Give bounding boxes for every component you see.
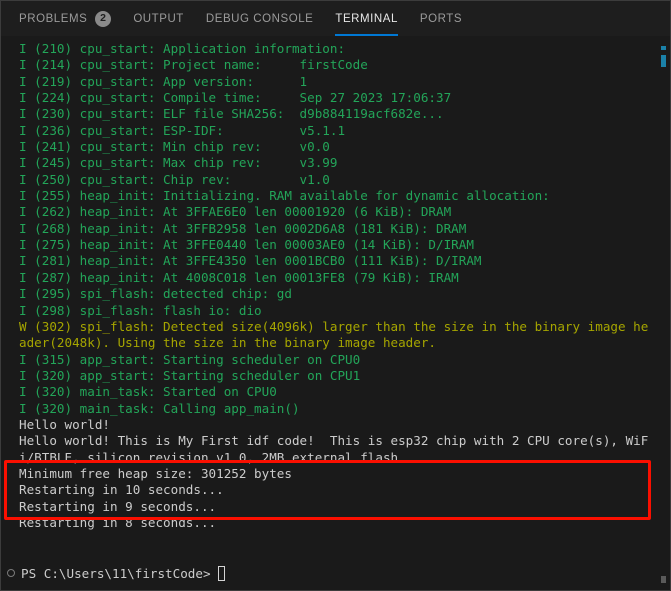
scrollbar-annotation-mark — [661, 55, 666, 67]
terminal-line: I (320) main_task: Calling app_main() — [19, 400, 300, 416]
terminal-line: Hello world! This is My First idf code! … — [19, 433, 649, 465]
tab-problems-label: PROBLEMS — [19, 12, 88, 25]
terminal-line: I (224) cpu_start: Compile time: Sep 27 … — [19, 90, 452, 106]
panel-tab-bar: PROBLEMS 2 OUTPUT DEBUG CONSOLE TERMINAL… — [1, 1, 670, 36]
terminal-line: I (250) cpu_start: Chip rev: v1.0 — [19, 171, 330, 187]
terminal-line: I (295) spi_flash: detected chip: gd — [19, 286, 292, 302]
tab-debug-console-label: DEBUG CONSOLE — [205, 12, 314, 25]
terminal-line: I (320) main_task: Started on CPU0 — [19, 384, 277, 400]
text-cursor[interactable] — [217, 565, 225, 581]
terminal-panel: PROBLEMS 2 OUTPUT DEBUG CONSOLE TERMINAL… — [0, 0, 671, 591]
terminal-line: I (241) cpu_start: Min chip rev: v0.0 — [19, 139, 330, 155]
terminal-line: Hello world! — [19, 416, 110, 432]
terminal-line: I (262) heap_init: At 3FFAE6E0 len 00001… — [19, 204, 452, 220]
terminal-line: I (219) cpu_start: App version: 1 — [19, 73, 308, 89]
tab-problems[interactable]: PROBLEMS 2 — [19, 1, 112, 36]
terminal-line: I (245) cpu_start: Max chip rev: v3.99 — [19, 155, 338, 171]
tab-ports[interactable]: PORTS — [420, 1, 462, 36]
terminal-line: Restarting in 9 seconds... — [19, 498, 217, 514]
problems-count-badge: 2 — [95, 10, 112, 27]
terminal-line: I (315) app_start: Starting scheduler on… — [19, 351, 361, 367]
tab-debug-console[interactable]: DEBUG CONSOLE — [206, 1, 313, 36]
terminal-scrollbar[interactable] — [656, 36, 670, 590]
terminal-line: Restarting in 10 seconds... — [19, 482, 224, 498]
terminal-line: W (302) spi_flash: Detected size(4096k) … — [19, 318, 649, 351]
tab-output[interactable]: OUTPUT — [133, 1, 184, 36]
scrollbar-annotation-mark — [661, 46, 666, 50]
terminal-line: I (320) app_start: Starting scheduler on… — [19, 367, 361, 383]
command-status-circle-icon — [7, 569, 15, 577]
terminal-line: I (298) spi_flash: flash io: dio — [19, 302, 262, 318]
scrollbar-thumb[interactable] — [661, 576, 666, 583]
terminal-line: I (287) heap_init: At 4008C018 len 00013… — [19, 269, 459, 285]
terminal-line: Minimum free heap size: 301252 bytes — [19, 465, 292, 481]
terminal-line: I (236) cpu_start: ESP-IDF: v5.1.1 — [19, 122, 346, 138]
terminal-line: I (210) cpu_start: Application informati… — [19, 41, 346, 56]
terminal-line: I (255) heap_init: Initializing. RAM ava… — [19, 188, 550, 204]
terminal-line: I (214) cpu_start: Project name: firstCo… — [19, 57, 368, 73]
shell-prompt-row[interactable]: PS C:\Users\11\firstCode> — [1, 556, 670, 590]
tab-ports-label: PORTS — [419, 12, 463, 25]
terminal-line: Restarting in 8 seconds... — [19, 514, 217, 530]
terminal-output-area[interactable]: I (210) cpu_start: Application informati… — [1, 36, 670, 590]
tab-terminal-label: TERMINAL — [335, 12, 398, 25]
shell-prompt-text: PS C:\Users\11\firstCode> — [21, 565, 211, 581]
terminal-line: I (275) heap_init: At 3FFE0440 len 00003… — [19, 237, 474, 253]
terminal-line: I (230) cpu_start: ELF file SHA256: d9b8… — [19, 106, 444, 122]
tab-output-label: OUTPUT — [133, 12, 184, 25]
terminal-line: I (268) heap_init: At 3FFB2958 len 0002D… — [19, 220, 467, 236]
terminal-line: I (281) heap_init: At 3FFE4350 len 0001B… — [19, 253, 482, 269]
tab-terminal[interactable]: TERMINAL — [335, 1, 398, 36]
terminal-log: I (210) cpu_start: Application informati… — [1, 36, 670, 590]
